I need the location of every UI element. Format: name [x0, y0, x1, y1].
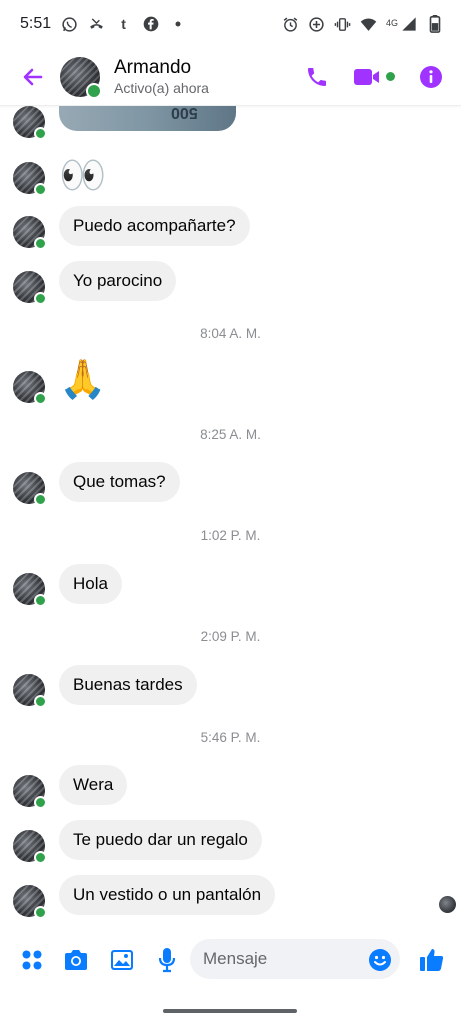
- message-row: Te puedo dar un regalo: [0, 820, 461, 864]
- camera-icon: [65, 950, 87, 970]
- back-arrow-icon: [23, 68, 43, 85]
- contact-avatar[interactable]: [60, 56, 102, 99]
- like-icon: [420, 949, 444, 971]
- back-button[interactable]: [12, 57, 54, 97]
- conversation-header: Armando Activo(a) ahora: [0, 48, 461, 106]
- message-row: Yo parocino: [0, 261, 461, 305]
- image-text: 500: [171, 106, 198, 121]
- message-list[interactable]: 500 👀 Puedo acompañarte? Yo parocino 8:0…: [0, 106, 461, 928]
- message-row: Wera: [0, 765, 461, 809]
- message-row: 🙏: [0, 358, 461, 408]
- message-bubble[interactable]: Que tomas?: [59, 462, 180, 502]
- image-message[interactable]: 500: [59, 106, 236, 131]
- sender-avatar: [13, 775, 47, 809]
- message-bubble[interactable]: Puedo acompañarte?: [59, 206, 250, 246]
- emoji-icon: [369, 949, 391, 971]
- missed-call-icon: [88, 16, 105, 33]
- message-bubble[interactable]: Hola: [59, 564, 122, 604]
- message-bubble[interactable]: Buenas tardes: [59, 665, 197, 705]
- signal-icon: [400, 16, 417, 33]
- phone-icon: [308, 67, 326, 86]
- message-bubble[interactable]: Te puedo dar un regalo: [59, 820, 262, 860]
- sender-avatar: [13, 885, 47, 919]
- facebook-icon: [142, 16, 159, 33]
- message-bubble[interactable]: Yo parocino: [59, 261, 177, 301]
- emoji-button[interactable]: [366, 946, 394, 974]
- more-actions-button[interactable]: [18, 946, 46, 974]
- voice-call-button[interactable]: [305, 65, 329, 89]
- tumblr-icon: t: [121, 16, 126, 32]
- network-label: 4G: [385, 17, 398, 28]
- wifi-icon: [360, 16, 377, 33]
- whatsapp-icon: [61, 16, 78, 33]
- emoji-message[interactable]: 🙏: [59, 358, 106, 402]
- status-time: 5:51: [20, 15, 52, 32]
- sender-avatar: [13, 216, 47, 250]
- message-row: 500: [0, 106, 461, 140]
- read-receipt-avatar: [439, 896, 456, 913]
- dot-icon: [169, 16, 186, 33]
- timestamp: 1:02 P. M.: [200, 528, 261, 543]
- message-row: Hola: [0, 564, 461, 607]
- data-saver-icon: [308, 16, 325, 33]
- info-icon: [420, 65, 442, 88]
- video-call-icon: [354, 68, 379, 85]
- message-row: Puedo acompañarte?: [0, 206, 461, 250]
- sender-avatar: [13, 371, 47, 405]
- contact-name: Armando: [114, 56, 192, 78]
- contact-info[interactable]: Armando Activo(a) ahora: [114, 57, 209, 97]
- timestamp: 5:46 P. M.: [200, 730, 261, 745]
- emoji-message[interactable]: 👀: [59, 154, 106, 198]
- sender-avatar: [13, 271, 47, 305]
- voice-message-button[interactable]: [153, 946, 181, 974]
- alarm-icon: [282, 16, 299, 33]
- microphone-icon: [158, 948, 176, 973]
- timestamp: 8:25 A. M.: [200, 427, 261, 442]
- timestamp: 8:04 A. M.: [200, 326, 261, 341]
- camera-button[interactable]: [62, 946, 90, 974]
- info-button[interactable]: [419, 65, 443, 89]
- video-call-button[interactable]: [353, 66, 395, 88]
- gallery-icon: [111, 950, 133, 970]
- message-row: Que tomas?: [0, 462, 461, 506]
- vibrate-icon: [334, 16, 351, 33]
- sender-avatar: [13, 830, 47, 864]
- home-indicator[interactable]: [163, 1009, 297, 1013]
- menu-dots-icon: [22, 950, 42, 970]
- sender-avatar: [13, 162, 47, 196]
- message-bubble[interactable]: Un vestido o un pantalón: [59, 875, 276, 915]
- message-row: 👀: [0, 154, 461, 200]
- sender-avatar: [13, 106, 47, 140]
- battery-icon: [426, 15, 443, 33]
- video-active-dot: [386, 72, 395, 81]
- sender-avatar: [13, 472, 47, 506]
- online-indicator: [86, 82, 102, 99]
- timestamp: 2:09 P. M.: [200, 629, 261, 644]
- message-composer: [0, 934, 461, 986]
- message-row: Un vestido o un pantalón: [0, 875, 461, 919]
- message-bubble[interactable]: Wera: [59, 765, 128, 805]
- status-bar: 5:51 t 4G: [0, 0, 461, 48]
- sender-avatar: [13, 573, 47, 607]
- sender-avatar: [13, 674, 47, 708]
- like-button[interactable]: [418, 946, 446, 974]
- message-row: Buenas tardes: [0, 665, 461, 708]
- contact-status: Activo(a) ahora: [114, 79, 209, 96]
- gallery-button[interactable]: [108, 946, 136, 974]
